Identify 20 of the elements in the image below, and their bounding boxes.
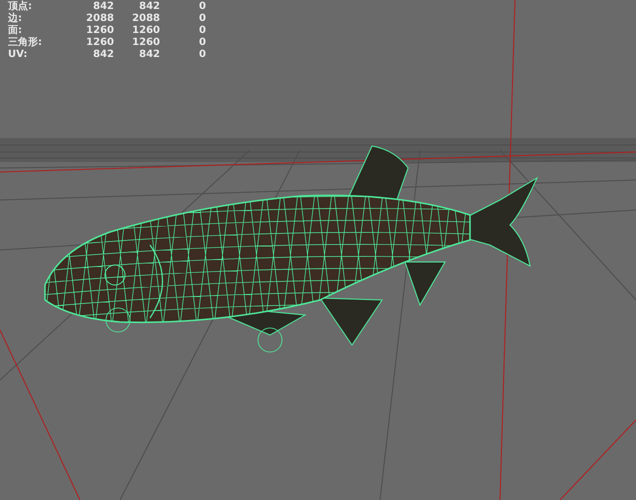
stat-value: 1260	[131, 25, 160, 36]
stat-value: 1260	[85, 37, 114, 48]
stat-value: 1260	[131, 37, 160, 48]
stat-value: 0	[198, 13, 206, 24]
stat-value: 0	[198, 37, 206, 48]
stat-label: 边:	[8, 13, 23, 24]
stat-value: 2088	[131, 13, 160, 24]
stat-label: 顶点:	[8, 1, 33, 12]
stat-value: 842	[92, 49, 114, 60]
stat-value: 842	[138, 1, 160, 12]
stat-value: 0	[198, 1, 206, 12]
stat-value: 0	[198, 25, 206, 36]
stat-value: 1260	[85, 25, 114, 36]
stat-value: 842	[92, 1, 114, 12]
stat-value: 2088	[85, 13, 114, 24]
stat-label: UV:	[8, 49, 28, 60]
stat-value: 0	[198, 49, 206, 60]
stat-value: 842	[138, 49, 160, 60]
stat-label: 三角形:	[8, 37, 43, 48]
stat-label: 面:	[8, 25, 23, 36]
